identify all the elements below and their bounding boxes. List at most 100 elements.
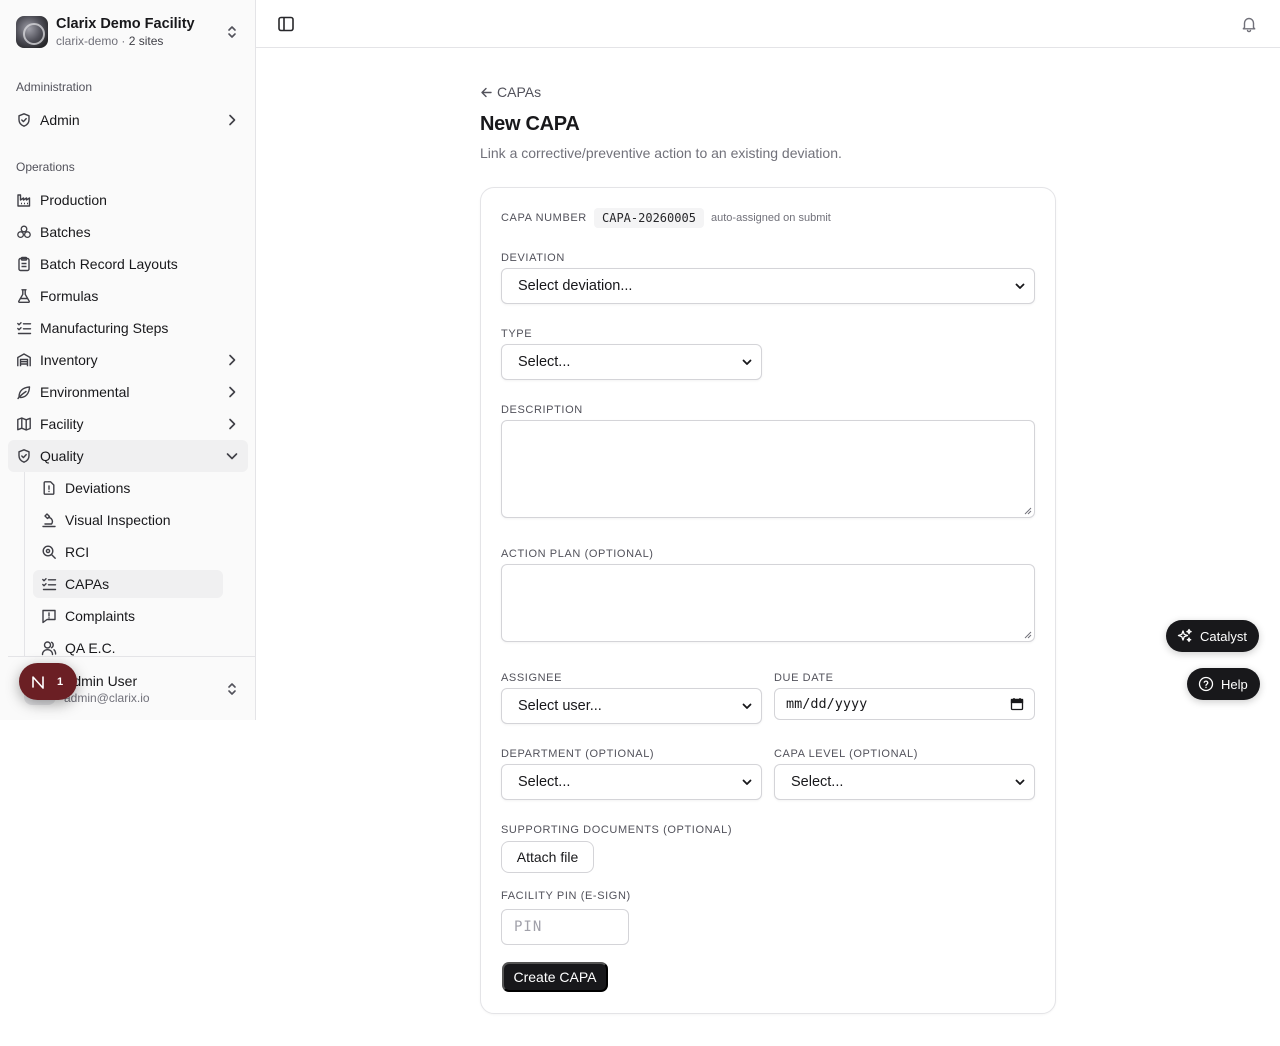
- sidebar-item-batch-record-layouts[interactable]: Batch Record Layouts: [8, 248, 248, 280]
- deviation-select-value: Select deviation...: [518, 278, 633, 294]
- create-capa-button[interactable]: Create CAPA: [502, 962, 608, 992]
- chevron-right-icon: [229, 114, 236, 126]
- submenu-line: [24, 472, 25, 672]
- capa-number-hint: auto-assigned on submit: [711, 212, 831, 224]
- shield-check-icon: [18, 113, 30, 127]
- sidebar-item-environmental[interactable]: Environmental: [8, 376, 248, 408]
- top-bar: [256, 0, 1280, 48]
- sidebar-item-batches[interactable]: Batches: [8, 216, 248, 248]
- back-to-capas-link[interactable]: CAPAs: [480, 84, 541, 100]
- calendar-icon[interactable]: [1010, 697, 1024, 711]
- microscope-icon: [42, 513, 56, 528]
- capa-level-select[interactable]: Select...: [774, 764, 1035, 800]
- sparkles-icon: [1177, 628, 1192, 643]
- chevron-right-icon: [229, 354, 236, 366]
- sidebar-item-label: QA E.C.: [65, 640, 116, 656]
- group-label-operations: Operations: [16, 160, 75, 174]
- list-checks-icon: [42, 578, 57, 591]
- sidebar-item-formulas[interactable]: Formulas: [8, 280, 248, 312]
- chevron-down-icon: [1015, 283, 1025, 289]
- help-circle-icon: [1198, 676, 1214, 692]
- sidebar-item-label: Batch Record Layouts: [40, 256, 178, 272]
- due-date-input[interactable]: mm/dd/yyyy: [774, 688, 1035, 720]
- user-email: admin@clarix.io: [64, 691, 150, 705]
- n-logo-icon: [32, 675, 44, 689]
- facility-pin-label: FACILITY PIN (E-SIGN): [501, 890, 631, 902]
- deviation-select[interactable]: Select deviation...: [501, 268, 1035, 304]
- issue-count: 1: [57, 675, 64, 688]
- list-checks-icon: [17, 322, 32, 335]
- sidebar-item-deviations[interactable]: Deviations: [33, 474, 223, 502]
- resize-grip-icon: [1024, 631, 1032, 639]
- org-slug: clarix-demo: [56, 34, 119, 48]
- supporting-docs-label: SUPPORTING DOCUMENTS (OPTIONAL): [501, 824, 733, 836]
- type-select-value: Select...: [518, 354, 571, 370]
- sidebar-item-complaints[interactable]: Complaints: [33, 602, 223, 630]
- chevron-down-icon: [742, 359, 752, 365]
- org-subtitle: clarix-demo · 2 sites: [56, 33, 224, 49]
- bell-icon[interactable]: [1240, 15, 1258, 33]
- capa-level-select-value: Select...: [791, 774, 844, 790]
- clipboard-icon: [18, 256, 30, 272]
- due-date-placeholder: mm/dd/yyyy: [786, 696, 868, 712]
- type-select[interactable]: Select...: [501, 344, 762, 380]
- page-description: Link a corrective/preventive action to a…: [480, 145, 842, 161]
- chevron-down-icon: [742, 779, 752, 785]
- deviation-label: DEVIATION: [501, 252, 565, 264]
- sidebar-toggle-icon[interactable]: [274, 14, 298, 34]
- org-switcher[interactable]: Clarix Demo Facility clarix-demo · 2 sit…: [8, 8, 248, 56]
- org-sites: 2 sites: [128, 34, 164, 48]
- sidebar-item-visual-inspection[interactable]: Visual Inspection: [33, 506, 223, 534]
- sidebar-item-rci[interactable]: RCI: [33, 538, 223, 566]
- sidebar: Clarix Demo Facility clarix-demo · 2 sit…: [0, 0, 256, 720]
- chevron-right-icon: [229, 386, 236, 398]
- search-zoom-icon: [42, 545, 56, 559]
- facility-pin-input[interactable]: PIN: [501, 909, 629, 945]
- sidebar-item-facility[interactable]: Facility: [8, 408, 248, 440]
- sidebar-item-label: Inventory: [40, 352, 98, 368]
- sidebar-item-label: Formulas: [40, 288, 99, 304]
- sidebar-item-manufacturing-steps[interactable]: Manufacturing Steps: [8, 312, 248, 344]
- arrow-left-icon: [481, 87, 492, 97]
- sidebar-item-admin[interactable]: Admin: [8, 104, 248, 136]
- sidebar-item-label: Complaints: [65, 608, 136, 624]
- department-select[interactable]: Select...: [501, 764, 762, 800]
- sidebar-item-quality[interactable]: Quality: [8, 440, 248, 472]
- catalyst-label: Catalyst: [1200, 628, 1247, 644]
- flask-icon: [18, 289, 30, 303]
- type-label: TYPE: [501, 328, 533, 340]
- sidebar-item-label: Visual Inspection: [65, 512, 171, 528]
- factory-icon: [17, 194, 31, 207]
- group-label-administration: Administration: [16, 80, 93, 94]
- sidebar-item-label: Production: [40, 192, 107, 208]
- attach-file-button[interactable]: Attach file: [501, 841, 594, 873]
- action-plan-textarea[interactable]: [501, 564, 1035, 642]
- resize-grip-icon: [1024, 507, 1032, 515]
- message-alert-icon: [42, 609, 56, 624]
- sidebar-item-capas[interactable]: CAPAs: [33, 570, 223, 598]
- user-name: Admin User: [64, 673, 138, 689]
- page-title: New CAPA: [480, 113, 580, 135]
- dev-tools-badge[interactable]: 1: [19, 663, 77, 700]
- assignee-label: ASSIGNEE: [501, 672, 563, 684]
- assignee-select[interactable]: Select user...: [501, 688, 762, 724]
- help-button[interactable]: Help: [1187, 668, 1260, 700]
- org-separator: ·: [118, 34, 129, 48]
- description-textarea[interactable]: [501, 420, 1035, 518]
- sidebar-item-production[interactable]: Production: [8, 184, 248, 216]
- org-logo: [16, 16, 48, 48]
- catalyst-button[interactable]: Catalyst: [1166, 620, 1259, 652]
- chevron-down-icon: [226, 453, 238, 460]
- back-link-label: CAPAs: [497, 84, 542, 100]
- file-alert-icon: [43, 481, 55, 495]
- sidebar-item-label: Batches: [40, 224, 91, 240]
- chevron-right-icon: [229, 418, 236, 430]
- boxes-icon: [17, 225, 31, 239]
- sidebar-item-label: Facility: [40, 416, 84, 432]
- assignee-select-value: Select user...: [518, 698, 602, 714]
- sidebar-item-inventory[interactable]: Inventory: [8, 344, 248, 376]
- sidebar-item-label: Environmental: [40, 384, 130, 400]
- sidebar-item-label: Deviations: [65, 480, 131, 496]
- capa-number-label: CAPA NUMBER: [501, 212, 587, 224]
- chevrons-up-down-icon: [228, 26, 236, 38]
